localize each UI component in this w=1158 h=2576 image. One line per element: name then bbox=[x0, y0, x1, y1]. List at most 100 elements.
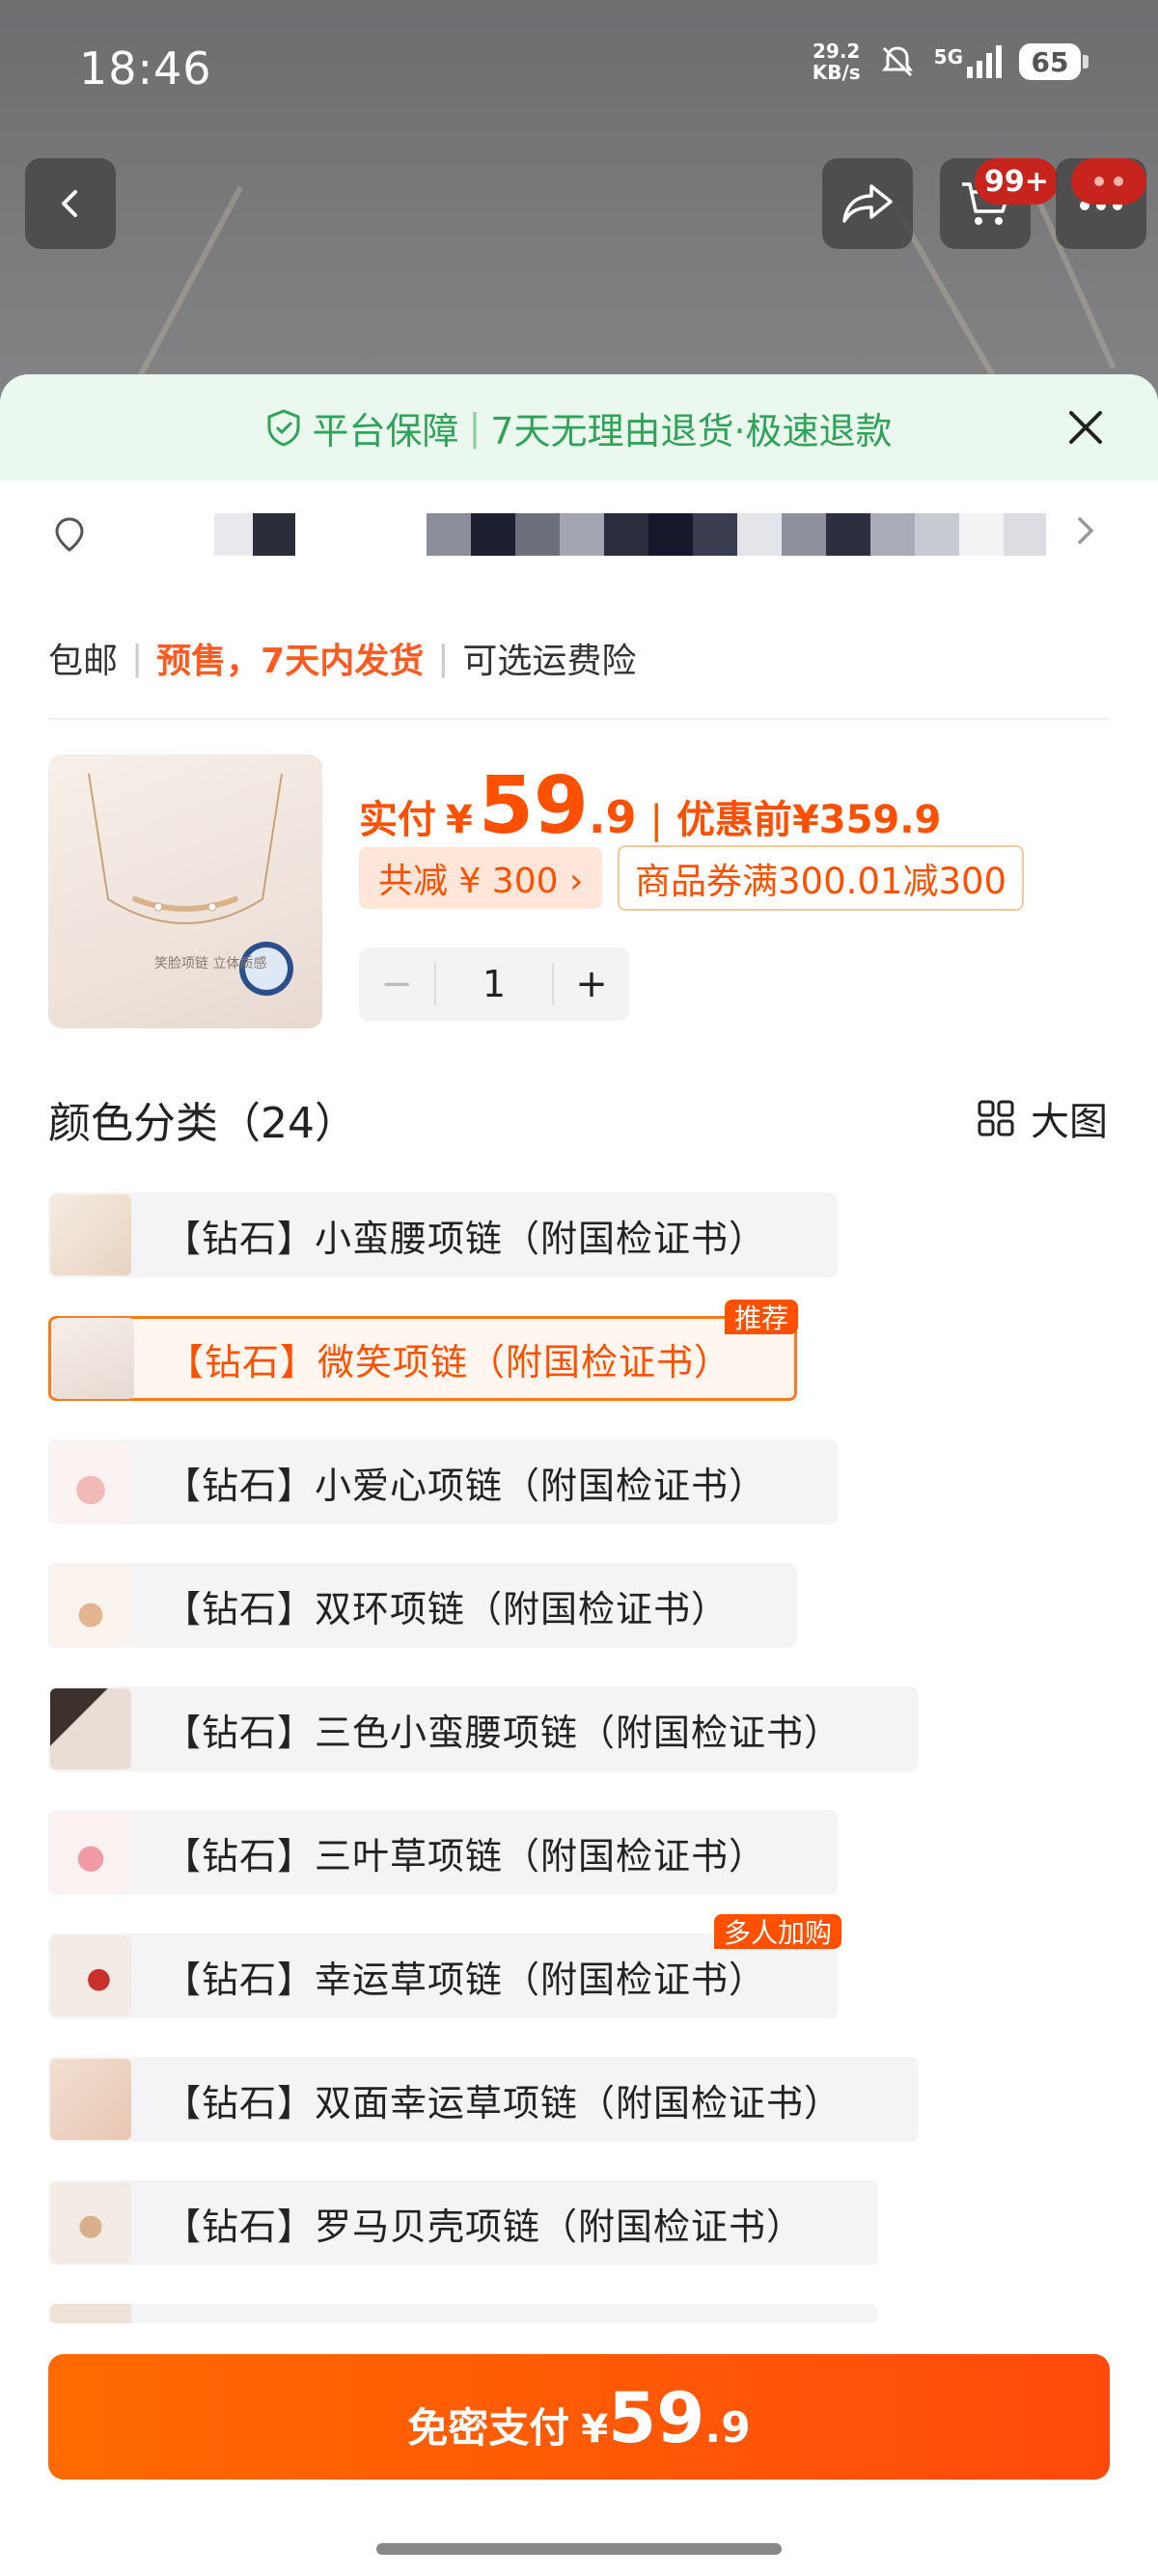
password-free-pay-button[interactable]: 免密支付 ¥ 59 .9 bbox=[48, 2354, 1110, 2480]
shipping-address-row[interactable] bbox=[48, 500, 1110, 567]
share-icon bbox=[842, 184, 893, 223]
quantity-stepper: − 1 + bbox=[359, 947, 629, 1021]
chevron-left-icon bbox=[62, 190, 77, 217]
big-image-label: 大图 bbox=[1031, 1100, 1108, 1144]
pay-button-currency: ¥ bbox=[581, 2407, 609, 2452]
necklace-illustration bbox=[88, 773, 293, 996]
redacted-address bbox=[915, 513, 959, 556]
mute-bell-icon bbox=[881, 46, 913, 77]
status-time: 18:46 bbox=[79, 42, 212, 95]
option-thumbnail bbox=[50, 1688, 131, 1769]
recommend-badge: 推荐 bbox=[724, 1300, 798, 1334]
close-icon[interactable] bbox=[1062, 403, 1110, 452]
shipping-insurance-label: 可选运费险 bbox=[462, 642, 637, 681]
option-thumbnail bbox=[50, 1565, 131, 1646]
redacted-address bbox=[959, 513, 1004, 556]
redacted-address bbox=[782, 513, 826, 556]
option-label: 【钻石】三叶草项链（附国检证书） bbox=[164, 1834, 767, 1877]
quantity-value[interactable]: 1 bbox=[434, 963, 554, 1005]
pay-button-amount-dec: .9 bbox=[704, 2403, 751, 2453]
coupon-tag: 商品券满300.01减300 bbox=[618, 845, 1025, 911]
network-speed: 29.2 KB/s bbox=[813, 41, 861, 83]
redacted-address bbox=[870, 513, 915, 556]
cart-badge: 99+ bbox=[975, 158, 1059, 205]
redacted-address bbox=[214, 513, 253, 556]
battery-icon: 65 bbox=[1019, 43, 1089, 80]
option-thumbnail bbox=[50, 1194, 131, 1275]
home-indicator[interactable] bbox=[376, 2543, 782, 2555]
message-badge bbox=[1071, 158, 1146, 205]
option-thumbnail bbox=[50, 1812, 131, 1893]
location-icon bbox=[55, 517, 84, 552]
paid-price-int: 59 bbox=[478, 760, 589, 852]
option-item[interactable]: 【钻石】三叶草项链（附国检证书） bbox=[48, 1810, 838, 1895]
option-thumbnail bbox=[50, 1441, 131, 1522]
share-button[interactable] bbox=[822, 158, 913, 249]
option-thumbnail bbox=[50, 2182, 131, 2263]
big-image-toggle[interactable]: 大图 bbox=[977, 1090, 1108, 1146]
option-item[interactable]: 【钻石】小爱心项链（附国检证书） bbox=[48, 1439, 838, 1524]
price-row: 实付 ¥ 59 .9 | 优惠前 ¥359.9 bbox=[359, 760, 942, 852]
background-decoration bbox=[129, 185, 243, 394]
redacted-address bbox=[1004, 513, 1046, 556]
platform-guarantee-banner: 平台保障 | 7天无理由退货·极速退款 bbox=[0, 374, 1158, 480]
redacted-address bbox=[427, 513, 471, 556]
product-image[interactable]: 笑脸项链 立体质感 bbox=[48, 754, 322, 1028]
option-item[interactable]: 【钻石】小蛮腰项链（附国检证书） bbox=[48, 1192, 838, 1277]
paid-currency: ¥ bbox=[446, 798, 473, 842]
decrease-quantity-button[interactable]: − bbox=[359, 962, 434, 1006]
redacted-address bbox=[560, 513, 604, 556]
redacted-address bbox=[515, 513, 560, 556]
sku-selection-sheet: 平台保障 | 7天无理由退货·极速退款 包邮 | 预售，7天内发货 | 可选运费… bbox=[0, 374, 1158, 2576]
redacted-address bbox=[737, 513, 782, 556]
guarantee-separator: | bbox=[468, 406, 482, 449]
increase-quantity-button[interactable]: + bbox=[554, 962, 629, 1006]
option-label: 【钻石】三色小蛮腰项链（附国检证书） bbox=[164, 1711, 842, 1754]
paid-price-dec: .9 bbox=[588, 791, 637, 843]
option-label: 【钻石】幸运草项链（附国检证书） bbox=[164, 1958, 767, 2001]
shield-check-icon bbox=[267, 409, 300, 447]
savings-tag[interactable]: 共减 ¥ 300 › bbox=[359, 847, 603, 909]
option-thumbnail bbox=[50, 2059, 131, 2140]
grid-view-icon bbox=[978, 1100, 1014, 1137]
redacted-address bbox=[253, 513, 295, 556]
redacted-address bbox=[693, 513, 737, 556]
redacted-address bbox=[604, 513, 648, 556]
pay-button-label: 免密支付 bbox=[407, 2404, 570, 2452]
original-price: ¥359.9 bbox=[791, 798, 942, 842]
guarantee-detail: 7天无理由退货·极速退款 bbox=[490, 409, 893, 452]
redacted-address bbox=[471, 513, 515, 556]
popular-badge: 多人加购 bbox=[713, 1914, 841, 1949]
option-label: 【钻石】微笑项链（附国检证书） bbox=[167, 1340, 732, 1384]
paid-label: 实付 bbox=[359, 798, 436, 842]
option-label: 【钻石】双面幸运草项链（附国检证书） bbox=[164, 2081, 842, 2124]
option-thumbnail bbox=[50, 2304, 131, 2323]
back-button[interactable] bbox=[25, 158, 116, 249]
divider bbox=[48, 718, 1110, 720]
redacted-address bbox=[648, 513, 693, 556]
option-thumbnail bbox=[50, 1935, 131, 2016]
option-label: 【钻石】小爱心项链（附国检证书） bbox=[164, 1464, 767, 1507]
option-item[interactable]: 【钻石】幸运草项链（附国检证书） 多人加购 bbox=[48, 1914, 841, 2018]
redacted-address bbox=[826, 513, 870, 556]
option-item[interactable]: 【钻石】罗马贝壳项链（附国检证书） bbox=[48, 2180, 878, 2265]
option-label: 【钻石】双环项链（附国检证书） bbox=[164, 1587, 730, 1631]
pay-button-amount-int: 59 bbox=[608, 2377, 705, 2458]
color-category-title: 颜色分类（24） bbox=[48, 1099, 357, 1148]
option-item[interactable]: 【钻石】双环项链（附国检证书） bbox=[48, 1563, 797, 1648]
option-item-partial bbox=[48, 2304, 878, 2323]
signal-icon: 5G bbox=[934, 45, 1002, 78]
network-type: 5G bbox=[933, 45, 963, 69]
chevron-right-icon bbox=[1078, 517, 1094, 544]
status-icons: 29.2 KB/s 5G 65 bbox=[813, 41, 1089, 83]
status-bar: 18:46 29.2 KB/s 5G 65 bbox=[0, 0, 1158, 145]
option-item[interactable]: 【钻石】双面幸运草项链（附国检证书） bbox=[48, 2057, 919, 2142]
option-item[interactable]: 【钻石】三色小蛮腰项链（附国检证书） bbox=[48, 1686, 919, 1771]
product-image-caption: 笑脸项链 立体质感 bbox=[154, 956, 267, 972]
presale-label: 预售，7天内发货 bbox=[156, 642, 425, 681]
option-item-selected[interactable]: 【钻石】微笑项链（附国检证书） 推荐 bbox=[48, 1300, 798, 1401]
guarantee-title: 平台保障 bbox=[312, 409, 459, 452]
free-shipping-label: 包邮 bbox=[48, 642, 119, 681]
original-price-label: 优惠前 bbox=[676, 798, 792, 842]
shipping-info: 包邮 | 预售，7天内发货 | 可选运费险 bbox=[48, 633, 636, 683]
